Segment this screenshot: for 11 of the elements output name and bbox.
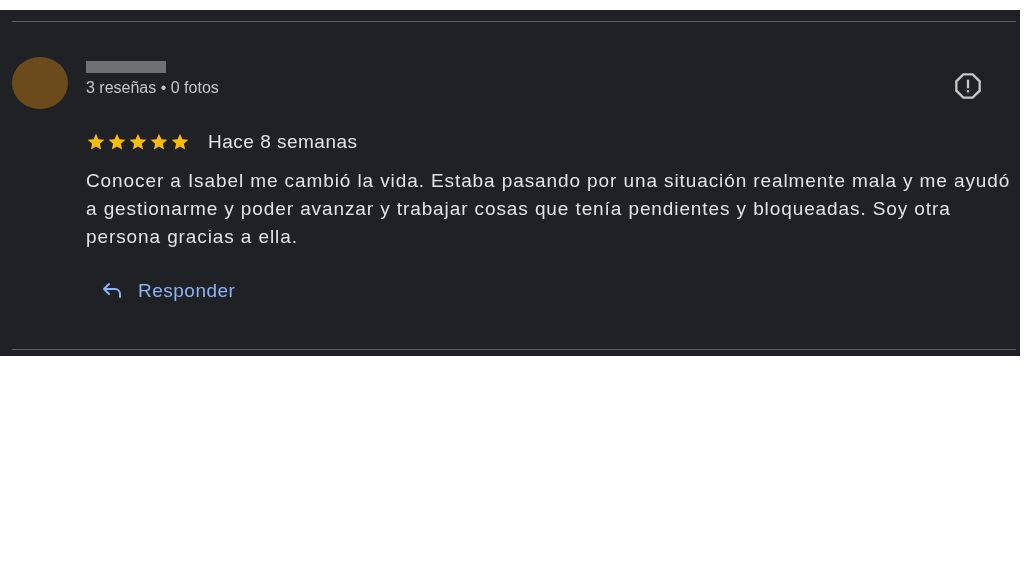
review-text: Conocer a Isabel me cambió la vida. Estaba pasando por una situación realmente mala y me ayudó a gestionarme y poder avanzar y trabajar cosas que tenía pendientes y bloqueadas. Soy otra persona gracias a ella. — [86, 169, 1011, 249]
star-icon — [128, 132, 148, 152]
star-icon — [107, 132, 127, 152]
reviewer-stats: 3 reseñas • 0 fotos — [86, 79, 219, 97]
reply-button[interactable]: Responder — [86, 273, 250, 309]
star-icon — [149, 132, 169, 152]
report-icon[interactable] — [954, 72, 982, 100]
star-icon — [86, 132, 106, 152]
review-date: Hace 8 semanas — [208, 131, 358, 153]
star-icon — [170, 132, 190, 152]
avatar-placeholder — [12, 57, 68, 109]
